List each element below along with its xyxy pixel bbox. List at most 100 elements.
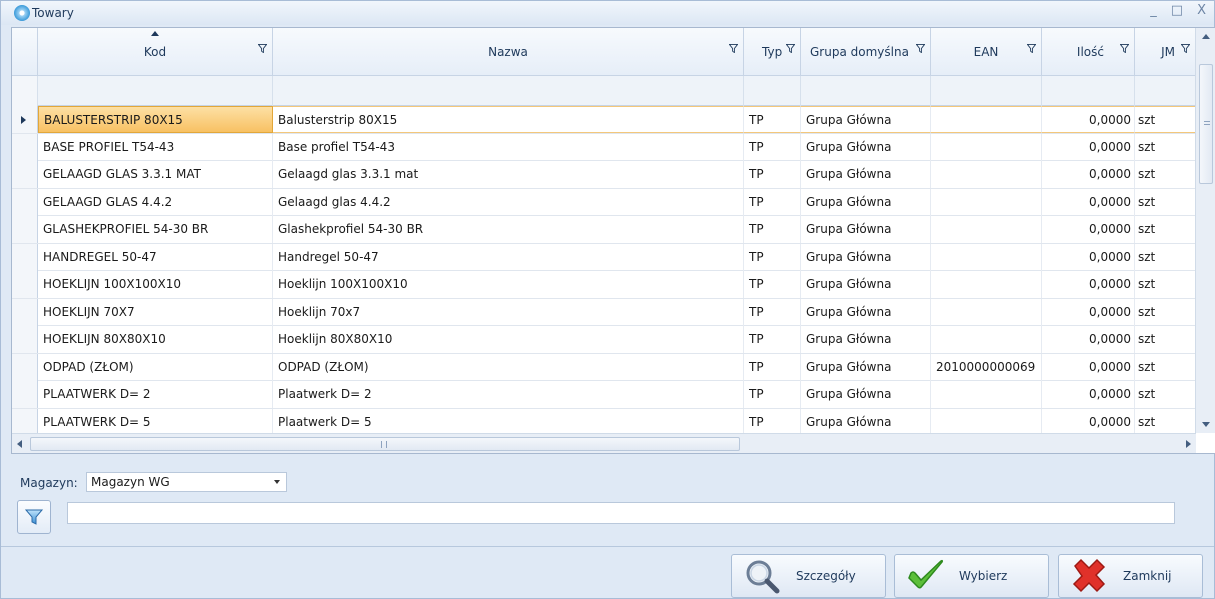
row-selector[interactable] — [12, 326, 38, 353]
cell-kod[interactable]: ODPAD (ZŁOM) — [38, 353, 273, 381]
cell-nazwa[interactable]: ODPAD (ZŁOM) — [273, 353, 744, 381]
cell-kod[interactable]: GELAAGD GLAS 4.4.2 — [38, 188, 273, 216]
cell-typ[interactable]: TP — [744, 216, 801, 243]
cell-grupa[interactable]: Grupa Główna — [801, 106, 931, 133]
filter-cell-ean[interactable] — [931, 76, 1042, 106]
table-row[interactable]: ODPAD (ZŁOM) ODPAD (ZŁOM) TP Grupa Główna 20… — [12, 353, 1196, 381]
minimize-icon[interactable]: _ — [1150, 3, 1157, 18]
cell-grupa[interactable]: Grupa Główna — [801, 353, 931, 381]
cell-kod[interactable]: GLASHEKPROFIEL 54-30 BR — [38, 216, 273, 243]
cell-typ[interactable]: TP — [744, 133, 801, 161]
cell-jm[interactable]: szt — [1135, 353, 1196, 381]
cell-typ[interactable]: TP — [744, 326, 801, 353]
cell-kod[interactable]: PLAATWERK D= 2 — [38, 381, 273, 408]
cell-ean[interactable] — [931, 381, 1042, 408]
cell-kod[interactable]: HOEKLIJN 80X80X10 — [38, 326, 273, 353]
cell-ilosc[interactable]: 0,0000 — [1042, 353, 1135, 381]
table-row[interactable]: GLASHEKPROFIEL 54-30 BR Glashekprofiel 54… — [12, 216, 1196, 244]
cell-typ[interactable]: TP — [744, 161, 801, 188]
cell-typ[interactable]: TP — [744, 381, 801, 408]
cell-ean[interactable] — [931, 243, 1042, 271]
column-header-jm[interactable]: JM — [1135, 28, 1196, 76]
cell-kod[interactable]: BALUSTERSTRIP 80X15 — [38, 106, 273, 133]
filter-cell-typ[interactable] — [744, 76, 801, 106]
cell-jm[interactable]: szt — [1135, 298, 1196, 326]
column-header-ilosc[interactable]: Ilość — [1042, 28, 1135, 76]
column-header-grupa[interactable]: Grupa domyślna — [801, 28, 931, 76]
cell-jm[interactable]: szt — [1135, 381, 1196, 408]
cell-jm[interactable]: szt — [1135, 106, 1196, 133]
column-header-kod[interactable]: Kod — [38, 28, 273, 76]
row-selector[interactable] — [12, 298, 38, 326]
cell-typ[interactable]: TP — [744, 106, 801, 133]
cell-ilosc[interactable]: 0,0000 — [1042, 271, 1135, 298]
table-row[interactable]: HOEKLIJN 80X80X10 Hoeklijn 80X80X10 TP Grup… — [12, 326, 1196, 354]
column-header-typ[interactable]: Typ — [744, 28, 801, 76]
cell-ilosc[interactable]: 0,0000 — [1042, 326, 1135, 353]
row-selector[interactable] — [12, 408, 38, 436]
filter-text-input[interactable] — [67, 502, 1175, 524]
filter-cell-jm[interactable] — [1135, 76, 1196, 106]
filter-icon[interactable] — [729, 44, 738, 53]
row-selector[interactable] — [12, 381, 38, 408]
cell-grupa[interactable]: Grupa Główna — [801, 326, 931, 353]
cell-ilosc[interactable]: 0,0000 — [1042, 216, 1135, 243]
row-selector[interactable] — [12, 216, 38, 243]
cell-jm[interactable]: szt — [1135, 243, 1196, 271]
cell-kod[interactable]: HANDREGEL 50-47 — [38, 243, 273, 271]
close-icon[interactable]: X — [1197, 3, 1206, 18]
cell-jm[interactable]: szt — [1135, 188, 1196, 216]
cell-nazwa[interactable]: Balusterstrip 80X15 — [273, 106, 744, 133]
cell-ilosc[interactable]: 0,0000 — [1042, 243, 1135, 271]
cell-grupa[interactable]: Grupa Główna — [801, 408, 931, 436]
table-row[interactable]: BALUSTERSTRIP 80X15 Balusterstrip 80X15 TP… — [12, 106, 1196, 134]
cell-ean[interactable] — [931, 298, 1042, 326]
table-row[interactable]: BASE PROFIEL T54-43 Base profiel T54-43 TP… — [12, 133, 1196, 161]
cell-nazwa[interactable]: Hoeklijn 70x7 — [273, 298, 744, 326]
cell-jm[interactable]: szt — [1135, 133, 1196, 161]
cell-typ[interactable]: TP — [744, 271, 801, 298]
cell-ean[interactable] — [931, 106, 1042, 133]
scroll-right-icon[interactable] — [1186, 440, 1191, 448]
column-header-nazwa[interactable]: Nazwa — [273, 28, 744, 76]
cell-jm[interactable]: szt — [1135, 326, 1196, 353]
cell-jm[interactable]: szt — [1135, 161, 1196, 188]
close-button[interactable]: Zamknij — [1058, 554, 1203, 598]
cell-nazwa[interactable]: Glashekprofiel 54-30 BR — [273, 216, 744, 243]
vertical-scrollbar[interactable] — [1195, 28, 1215, 433]
cell-typ[interactable]: TP — [744, 188, 801, 216]
cell-grupa[interactable]: Grupa Główna — [801, 188, 931, 216]
cell-ean[interactable] — [931, 271, 1042, 298]
filter-icon[interactable] — [1120, 44, 1129, 53]
cell-kod[interactable]: HOEKLIJN 100X100X10 — [38, 271, 273, 298]
table-row[interactable]: PLAATWERK D= 2 Plaatwerk D= 2 TP Grupa Głów… — [12, 381, 1196, 409]
cell-ilosc[interactable]: 0,0000 — [1042, 408, 1135, 436]
select-button[interactable]: Wybierz — [894, 554, 1049, 598]
cell-typ[interactable]: TP — [744, 408, 801, 436]
filter-icon[interactable] — [786, 44, 795, 53]
table-row[interactable]: HANDREGEL 50-47 Handregel 50-47 TP Grupa Gł… — [12, 243, 1196, 271]
cell-nazwa[interactable]: Hoeklijn 80X80X10 — [273, 326, 744, 353]
horizontal-scroll-thumb[interactable] — [30, 437, 740, 451]
row-selector[interactable] — [12, 133, 38, 161]
cell-grupa[interactable]: Grupa Główna — [801, 161, 931, 188]
filter-icon[interactable] — [916, 44, 925, 53]
row-selector[interactable] — [12, 106, 38, 133]
cell-kod[interactable]: PLAATWERK D= 5 — [38, 408, 273, 436]
maximize-icon[interactable]: □ — [1171, 3, 1183, 18]
cell-nazwa[interactable]: Gelaagd glas 3.3.1 mat — [273, 161, 744, 188]
cell-grupa[interactable]: Grupa Główna — [801, 381, 931, 408]
magazyn-dropdown[interactable]: Magazyn WG — [86, 472, 287, 492]
row-selector[interactable] — [12, 161, 38, 188]
scroll-left-icon[interactable] — [17, 440, 22, 448]
cell-ilosc[interactable]: 0,0000 — [1042, 298, 1135, 326]
cell-grupa[interactable]: Grupa Główna — [801, 133, 931, 161]
cell-grupa[interactable]: Grupa Główna — [801, 243, 931, 271]
filter-button[interactable] — [17, 500, 51, 534]
cell-grupa[interactable]: Grupa Główna — [801, 298, 931, 326]
cell-ilosc[interactable]: 0,0000 — [1042, 188, 1135, 216]
horizontal-scrollbar[interactable] — [12, 433, 1196, 453]
cell-ean[interactable] — [931, 188, 1042, 216]
table-row[interactable]: HOEKLIJN 70X7 Hoeklijn 70x7 TP Grupa Główna… — [12, 298, 1196, 326]
cell-grupa[interactable]: Grupa Główna — [801, 216, 931, 243]
